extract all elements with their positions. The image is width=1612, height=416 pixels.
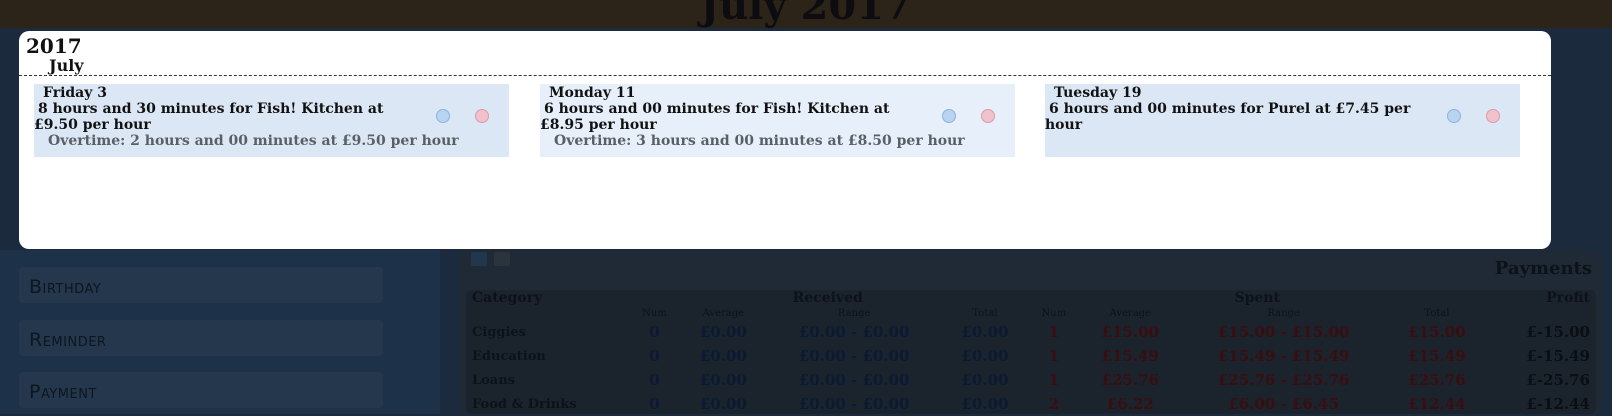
overtime-details: Overtime: 3 hours and 00 minutes at £8.5… xyxy=(554,133,965,149)
cell-r-total: £0.00 xyxy=(961,347,1009,365)
day-card: Monday 11 6 hours and 00 minutes for Fis… xyxy=(540,84,1015,157)
shift-details: 6 hours and 00 minutes for Purel at £7.4… xyxy=(1045,101,1411,133)
cell-r-num: 0 xyxy=(649,347,660,365)
cell-r-num: 0 xyxy=(649,371,660,389)
edit-icon[interactable] xyxy=(942,109,956,123)
cell-s-range: £15.49 - £15.49 xyxy=(1217,347,1350,365)
cell-profit: £-15.49 xyxy=(1526,347,1590,365)
profit-header: Profit xyxy=(1546,290,1590,306)
average-subheader: Average xyxy=(1109,307,1151,319)
cell-r-num: 0 xyxy=(649,323,660,341)
cell-r-avg: £0.00 xyxy=(699,371,747,389)
cell-r-range: £0.00 - £0.00 xyxy=(798,323,910,341)
cell-s-total: £12.44 xyxy=(1408,395,1466,413)
cell-r-avg: £0.00 xyxy=(699,323,747,341)
cell-category: Loans xyxy=(472,372,516,388)
cell-r-range: £0.00 - £0.00 xyxy=(798,371,910,389)
reminder-button[interactable]: Reminder xyxy=(19,320,383,356)
payments-table: Category Received Spent Profit Num Avera… xyxy=(466,290,1596,414)
cell-profit: £-25.76 xyxy=(1526,371,1590,389)
cell-category: Education xyxy=(472,348,546,364)
year-heading: 2017 xyxy=(26,34,82,58)
num-subheader: Num xyxy=(642,307,667,319)
delete-icon[interactable] xyxy=(475,109,489,123)
cell-r-avg: £0.00 xyxy=(699,347,747,365)
day-title: Friday 3 xyxy=(43,85,107,101)
cell-r-range: £0.00 - £0.00 xyxy=(798,347,910,365)
cell-s-num: 1 xyxy=(1048,371,1060,389)
delete-icon[interactable] xyxy=(981,109,995,123)
cell-profit: £-12.44 xyxy=(1526,395,1590,413)
day-details-modal: 2017 July Friday 3 8 hours and 30 minute… xyxy=(19,31,1551,249)
view-toggle-icon[interactable] xyxy=(494,252,510,266)
birthday-button[interactable]: Birthday xyxy=(19,267,383,303)
cell-s-num: 1 xyxy=(1048,347,1060,365)
cell-s-num: 1 xyxy=(1048,323,1060,341)
cell-profit: £-15.00 xyxy=(1526,323,1590,341)
cell-r-total: £0.00 xyxy=(961,395,1009,413)
cell-s-range: £25.76 - £25.76 xyxy=(1217,371,1350,389)
category-header: Category xyxy=(472,290,543,306)
cell-r-num: 0 xyxy=(649,395,660,413)
payment-button[interactable]: Payment xyxy=(19,372,383,408)
cell-s-avg: £25.76 xyxy=(1101,371,1159,389)
spent-header: Spent xyxy=(1234,290,1280,306)
divider xyxy=(19,75,1551,76)
edit-icon[interactable] xyxy=(1447,109,1461,123)
cell-s-num: 2 xyxy=(1048,395,1060,413)
cell-r-range: £0.00 - £0.00 xyxy=(798,395,910,413)
table-row: Food & Drinks 0 £0.00 £0.00 - £0.00 £0.00 2 £6… xyxy=(466,392,1596,416)
view-toggle-icon[interactable] xyxy=(471,252,487,266)
cell-s-avg: £15.00 xyxy=(1101,323,1159,341)
cell-r-avg: £0.00 xyxy=(699,395,747,413)
cell-category: Food & Drinks xyxy=(472,396,577,412)
day-card: Friday 3 8 hours and 30 minutes for Fish… xyxy=(34,84,509,157)
cell-r-total: £0.00 xyxy=(961,323,1009,341)
cell-s-avg: £6.22 xyxy=(1106,395,1154,413)
received-header: Received xyxy=(792,290,863,306)
day-title: Tuesday 19 xyxy=(1054,85,1142,101)
page-header: July 2017 xyxy=(0,0,1612,28)
overtime-details: Overtime: 2 hours and 00 minutes at £9.5… xyxy=(48,133,459,149)
edit-icon[interactable] xyxy=(436,109,450,123)
cell-s-total: £15.00 xyxy=(1408,323,1466,341)
cell-s-total: £15.49 xyxy=(1408,347,1466,365)
range-subheader: Range xyxy=(837,307,871,319)
sidebar: Birthday Reminder Payment xyxy=(0,250,440,414)
total-subheader: Total xyxy=(972,307,998,319)
shift-details: 8 hours and 30 minutes for Fish! Kitchen… xyxy=(34,101,384,133)
num-subheader: Num xyxy=(1041,307,1067,319)
shift-details: 6 hours and 00 minutes for Fish! Kitchen… xyxy=(540,101,890,133)
table-row: Ciggies 0 £0.00 £0.00 - £0.00 £0.00 1 £15.00 £1… xyxy=(466,320,1596,344)
day-card: Tuesday 19 6 hours and 00 minutes for Pu… xyxy=(1045,84,1520,157)
range-subheader: Range xyxy=(1267,307,1300,319)
table-row: Loans 0 £0.00 £0.00 - £0.00 £0.00 1 £25.76 £25.… xyxy=(466,368,1596,392)
month-heading: July xyxy=(49,56,84,75)
cell-s-range: £15.00 - £15.00 xyxy=(1217,323,1350,341)
delete-icon[interactable] xyxy=(1486,109,1500,123)
table-row: Education 0 £0.00 £0.00 - £0.00 £0.00 1 £15.49… xyxy=(466,344,1596,368)
average-subheader: Average xyxy=(702,307,745,319)
cell-s-range: £6.00 - £6.45 xyxy=(1228,395,1339,413)
page-title: July 2017 xyxy=(700,0,912,28)
cell-category: Ciggies xyxy=(472,324,526,340)
payments-heading: Payments xyxy=(1494,258,1592,279)
cell-r-total: £0.00 xyxy=(961,371,1009,389)
cell-s-avg: £15.49 xyxy=(1101,347,1159,365)
cell-s-total: £25.76 xyxy=(1408,371,1466,389)
day-title: Monday 11 xyxy=(549,85,636,101)
total-subheader: Total xyxy=(1424,307,1450,319)
